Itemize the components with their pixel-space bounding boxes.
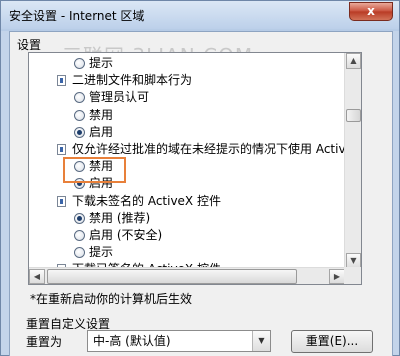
reset-level-select[interactable]: 中-高 (默认值) ▼ [87, 330, 271, 352]
reset-level-value: 中-高 (默认值) [93, 334, 171, 348]
setting-category: 仅允许经过批准的域在未经提示的情况下使用 ActiveX [29, 141, 345, 158]
settings-group-label: 设置 [17, 38, 42, 52]
setting-category: 下载未签名的 ActiveX 控件 [29, 193, 345, 210]
setting-option[interactable]: 禁用 [29, 107, 345, 124]
document-icon [57, 195, 68, 207]
reset-to-label: 重置为 [26, 335, 63, 349]
setting-category: 二进制文件和脚本行为 [29, 72, 345, 89]
radio-selected-icon[interactable] [74, 212, 85, 224]
horizontal-scrollbar[interactable]: ◀ ▶ [29, 267, 345, 284]
radio-icon[interactable] [74, 92, 85, 104]
horizontal-scroll-thumb[interactable] [47, 269, 297, 284]
setting-option[interactable]: 管理员认可 [29, 89, 345, 106]
reset-button[interactable]: 重置(E)... [291, 330, 373, 353]
setting-label: 提示 [89, 56, 114, 70]
setting-label: 管理员认可 [89, 90, 150, 105]
setting-option[interactable]: 提示 [29, 55, 345, 72]
setting-option[interactable]: 启用 [29, 124, 345, 141]
restart-note: *在重新启动你的计算机后生效 [30, 292, 193, 306]
setting-label: 二进制文件和脚本行为 [72, 73, 193, 88]
radio-icon[interactable] [74, 58, 85, 69]
scrollbar-corner [344, 267, 361, 284]
close-button[interactable]: x [349, 2, 393, 21]
setting-option[interactable]: 启用 (不安全) [29, 227, 345, 244]
scroll-up-button[interactable]: ▲ [346, 53, 361, 69]
vertical-scrollbar[interactable]: ▲ ▼ [344, 53, 361, 269]
scroll-left-button[interactable]: ◀ [29, 269, 45, 284]
setting-label: 提示 [89, 245, 114, 260]
radio-icon[interactable] [74, 247, 85, 259]
highlight-box [63, 157, 126, 183]
setting-label: 启用 (不安全) [89, 228, 163, 242]
chevron-down-icon[interactable]: ▼ [252, 331, 270, 351]
radio-icon[interactable] [74, 230, 85, 241]
vertical-scroll-thumb[interactable] [346, 109, 361, 122]
document-icon [57, 144, 68, 155]
setting-label: 下载未签名的 ActiveX 控件 [72, 193, 221, 208]
setting-label: 仅允许经过批准的域在未经提示的情况下使用 ActiveX [72, 142, 345, 156]
title-bar[interactable]: 安全设置 - Internet 区域 x [1, 1, 399, 29]
window-title: 安全设置 - Internet 区域 [9, 9, 145, 23]
setting-option[interactable]: 禁用 (推荐) [29, 210, 345, 227]
setting-label: 禁用 [89, 107, 114, 122]
setting-label: 启用 [89, 124, 114, 139]
setting-option[interactable]: 提示 [29, 244, 345, 261]
radio-icon[interactable] [74, 109, 85, 121]
radio-selected-icon[interactable] [74, 126, 85, 138]
scroll-right-button[interactable]: ▶ [329, 269, 345, 284]
document-icon [57, 75, 68, 87]
setting-label: 禁用 (推荐) [89, 210, 151, 225]
